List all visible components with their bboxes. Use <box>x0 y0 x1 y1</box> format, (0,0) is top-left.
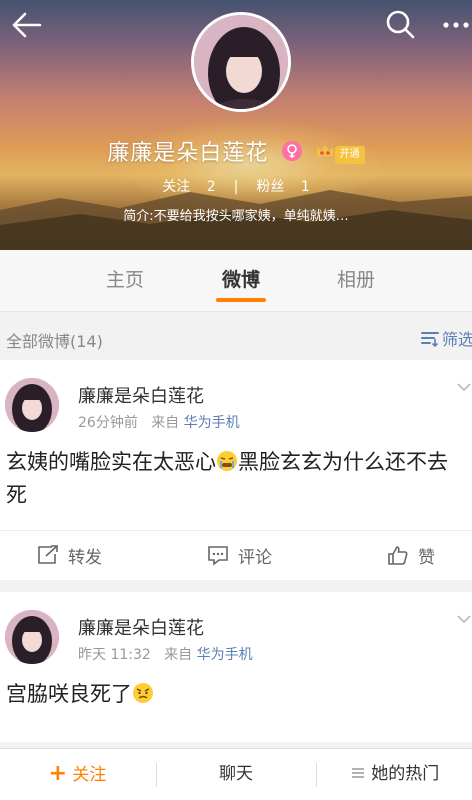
post-text: 宫脇咲良死了 <box>6 678 468 711</box>
crown-icon <box>316 145 333 156</box>
repost-icon <box>38 545 58 564</box>
post-time: 26分钟前 <box>78 415 138 431</box>
tab-home[interactable]: 主页 <box>75 250 175 312</box>
more-icon[interactable] <box>440 12 472 38</box>
menu-lines-icon <box>351 768 364 778</box>
post-author-avatar[interactable] <box>5 378 59 432</box>
post-text: 玄姨的嘴脸实在太恶心 黑脸玄玄为什么还不去死 <box>6 446 468 512</box>
followers-count: 1 <box>300 179 310 195</box>
post-time: 昨天 11:32 <box>78 647 151 663</box>
crying-face-icon <box>217 451 237 471</box>
vip-label: 开通 <box>334 146 365 164</box>
tab-weibo[interactable]: 微博 <box>191 250 291 312</box>
pouting-face-icon <box>133 683 153 703</box>
hot-posts-button[interactable]: 她的热门 <box>317 749 472 800</box>
tab-weibo-label: 微博 <box>221 269 260 291</box>
hot-posts-label: 她的热门 <box>371 764 440 784</box>
following-count: 2 <box>206 179 216 195</box>
follow-button[interactable]: + 关注 <box>0 749 155 800</box>
chat-label: 聊天 <box>219 764 253 784</box>
post-author-avatar[interactable] <box>5 610 59 664</box>
post-text-part1: 宫脇咲良死了 <box>6 682 132 706</box>
profile-bio: 简介:不要给我按头哪家姨，单纯就姨… <box>123 209 349 224</box>
back-arrow-icon[interactable] <box>10 10 44 40</box>
search-icon[interactable] <box>384 8 416 40</box>
like-label: 赞 <box>418 548 435 568</box>
chat-button[interactable]: 聊天 <box>157 749 315 800</box>
post-from-label: 来自 <box>151 415 180 431</box>
profile-tabs: 主页 微博 相册 <box>0 250 472 312</box>
plus-icon: + <box>48 761 68 786</box>
post-card[interactable]: 廉廉是朵白莲花 昨天 11:32 来自 华为手机 宫脇咲良死了 <box>0 592 472 742</box>
filter-icon <box>421 332 439 348</box>
tab-album[interactable]: 相册 <box>306 250 406 312</box>
post-source[interactable]: 华为手机 <box>197 647 253 663</box>
post-from-label: 来自 <box>164 647 193 663</box>
followers-label: 粉丝 <box>256 179 285 195</box>
post-meta: 昨天 11:32 来自 华为手机 <box>78 644 253 664</box>
filter-label: 筛选 <box>442 330 472 349</box>
avatar-image <box>5 610 59 664</box>
avatar-image <box>5 378 59 432</box>
comment-label: 评论 <box>238 548 272 568</box>
vip-badge[interactable]: 开通 <box>315 142 365 164</box>
post-text-part1: 玄姨的嘴脸实在太恶心 <box>6 450 216 474</box>
post-card[interactable]: 廉廉是朵白莲花 26分钟前 来自 华为手机 玄姨的嘴脸实在太恶心 黑脸玄玄为什么… <box>0 360 472 580</box>
all-posts-count: 全部微博(14) <box>6 332 103 351</box>
chevron-down-icon[interactable] <box>456 382 472 394</box>
chevron-down-icon[interactable] <box>456 614 472 626</box>
followers-stat[interactable]: 粉丝 1 <box>250 179 315 195</box>
post-source[interactable]: 华为手机 <box>184 415 240 431</box>
profile-header: 廉廉是朵白莲花 开通 关注 2 | 粉丝 1 简介:不要给我按头哪家姨，单纯就姨… <box>0 0 472 250</box>
following-stat[interactable]: 关注 2 <box>156 179 221 195</box>
follow-label: 关注 <box>72 765 107 785</box>
post-actions: 转发 评论 赞 <box>0 530 472 578</box>
bottom-action-bar: + 关注 聊天 她的热门 <box>0 748 472 800</box>
follow-stats: 关注 2 | 粉丝 1 <box>0 176 472 196</box>
profile-name-row: 廉廉是朵白莲花 开通 <box>0 135 472 169</box>
profile-name: 廉廉是朵白莲花 <box>107 141 269 166</box>
post-author-name[interactable]: 廉廉是朵白莲花 <box>78 382 204 408</box>
female-gender-icon <box>281 141 302 161</box>
thumbs-up-icon <box>388 546 408 565</box>
comment-icon <box>208 546 228 566</box>
post-meta: 26分钟前 来自 华为手机 <box>78 412 240 432</box>
filter-bar: 全部微博(14) 筛选 <box>0 318 472 358</box>
stats-separator: | <box>233 179 239 195</box>
profile-avatar[interactable] <box>191 12 291 112</box>
following-label: 关注 <box>162 179 191 195</box>
repost-label: 转发 <box>68 548 102 568</box>
post-author-name[interactable]: 廉廉是朵白莲花 <box>78 614 204 640</box>
active-tab-indicator <box>216 298 266 302</box>
